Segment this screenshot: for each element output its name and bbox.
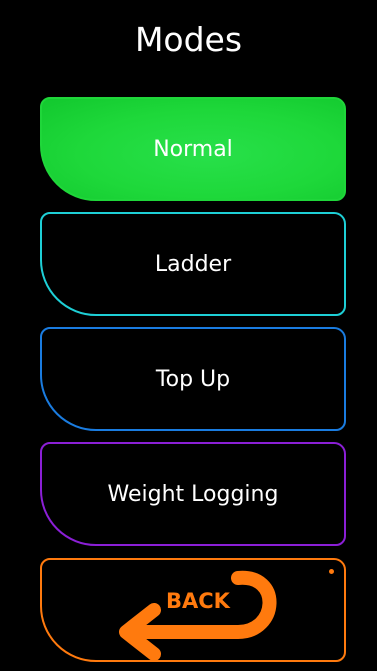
- top-up-mode-button[interactable]: Top Up: [40, 327, 346, 431]
- normal-mode-label: Normal: [153, 136, 233, 162]
- page-title: Modes: [134, 20, 243, 59]
- normal-mode-button[interactable]: Normal: [40, 97, 346, 201]
- weight-logging-mode-label: Weight Logging: [107, 481, 279, 507]
- back-button[interactable]: BACK: [40, 558, 346, 662]
- back-button-label: BACK: [166, 589, 230, 613]
- top-up-mode-label: Top Up: [155, 366, 231, 392]
- ladder-mode-button[interactable]: Ladder: [40, 212, 346, 316]
- weight-logging-mode-button[interactable]: Weight Logging: [40, 442, 346, 546]
- ladder-mode-label: Ladder: [154, 251, 232, 277]
